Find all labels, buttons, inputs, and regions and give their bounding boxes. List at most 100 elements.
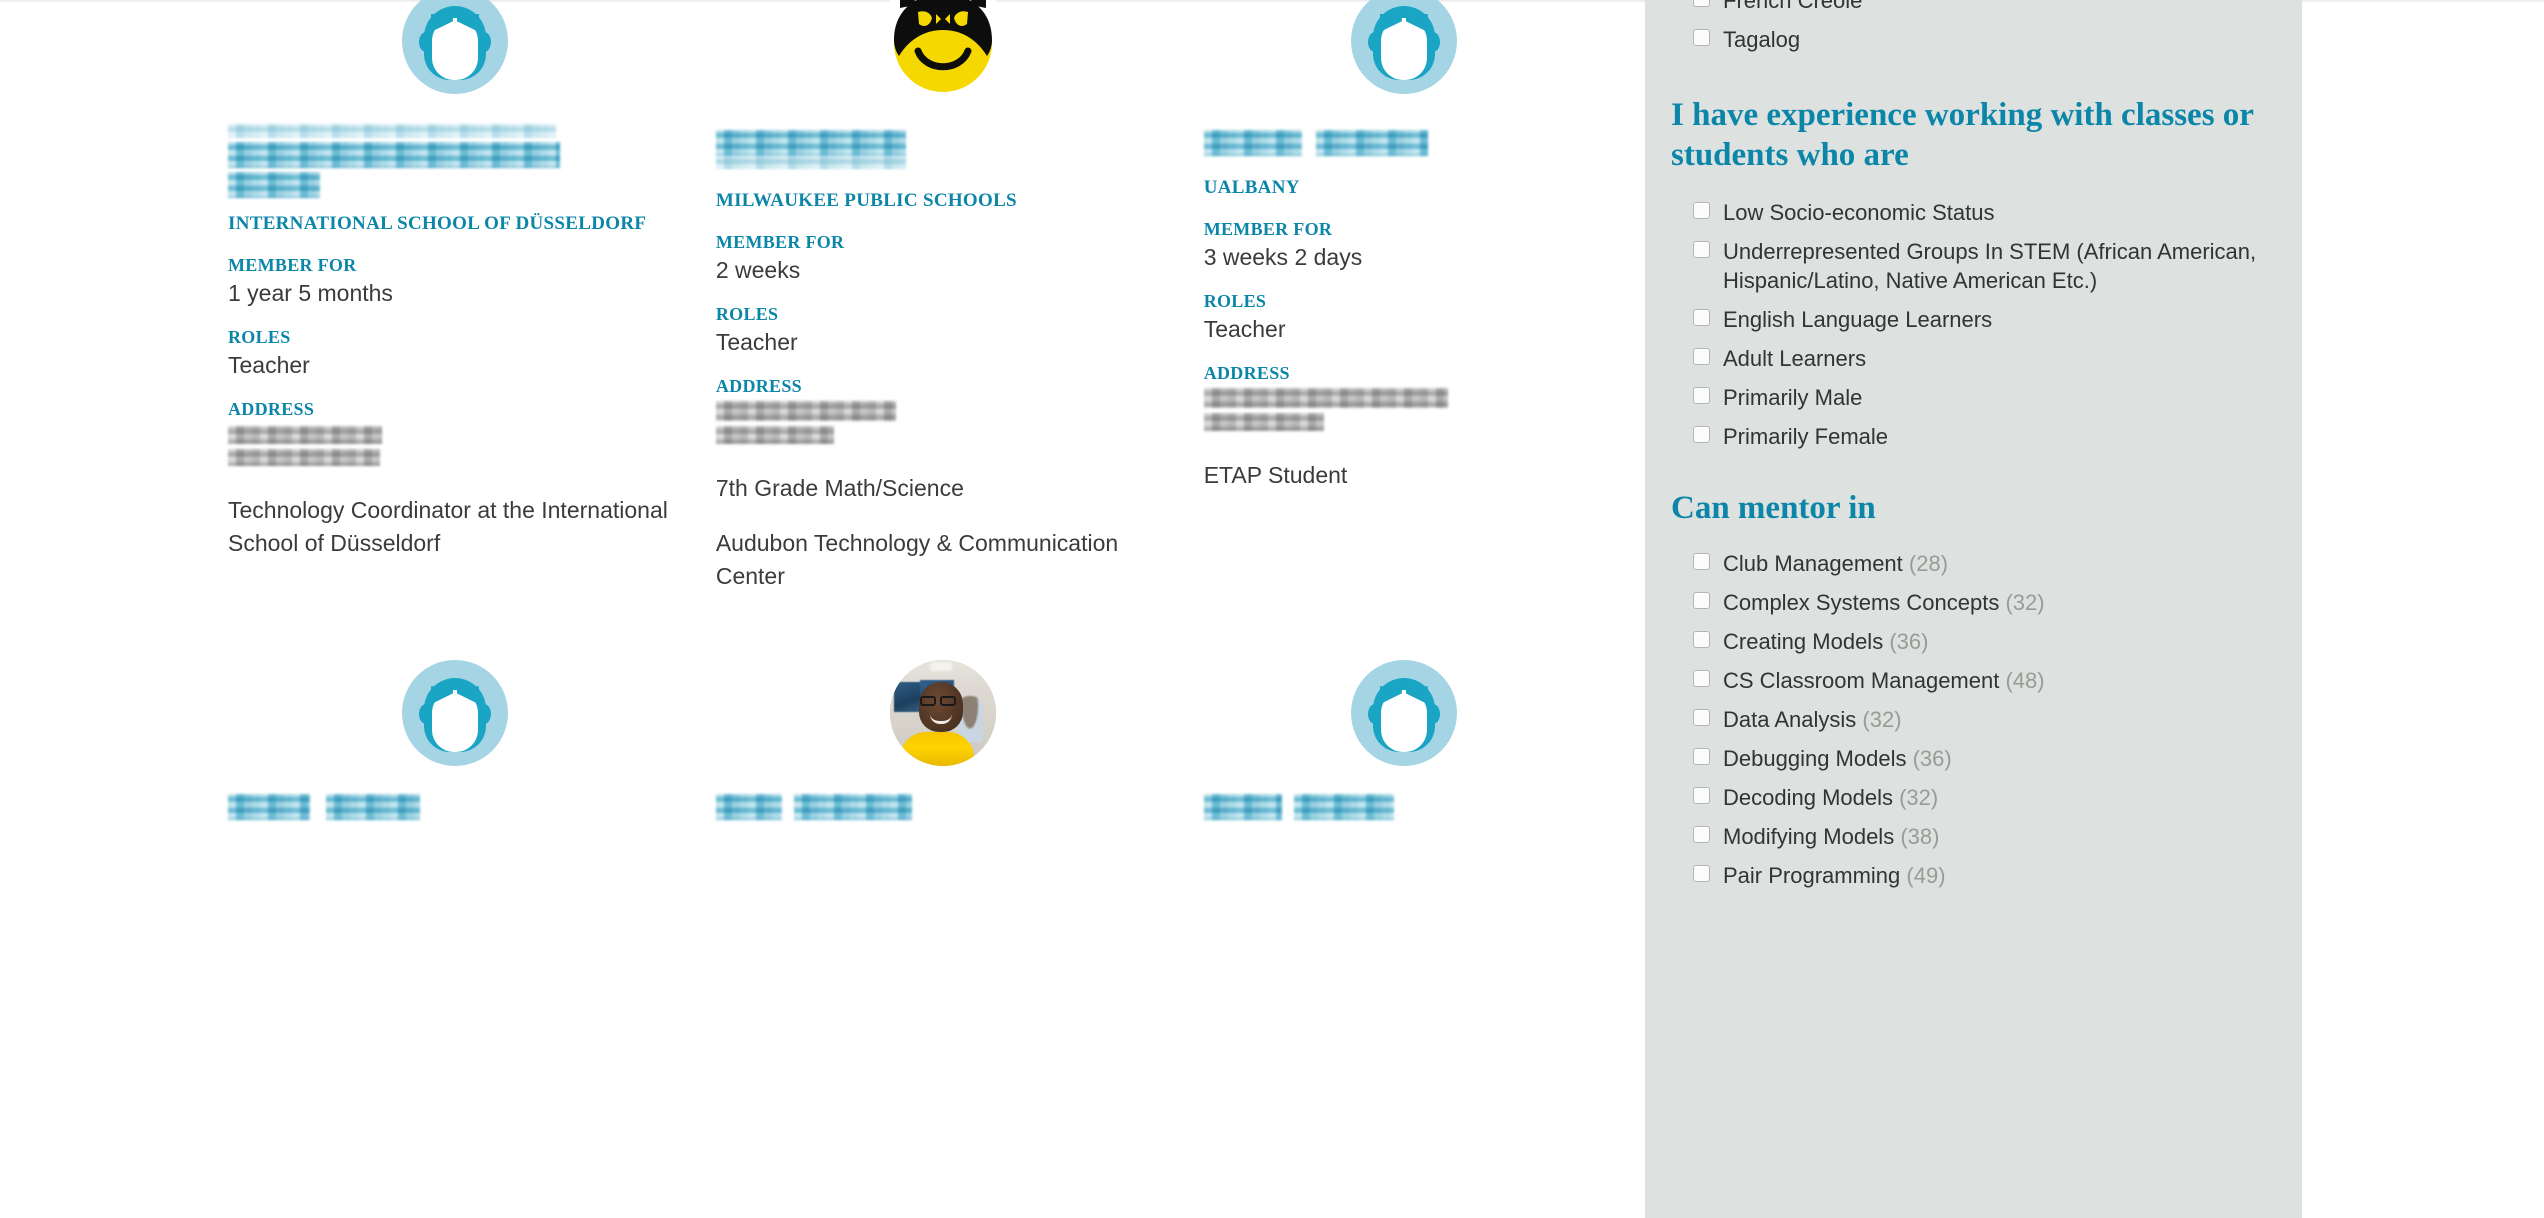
facet-item-pair-programming[interactable]: Pair Programming (49) (1671, 861, 2276, 890)
facet-item-complex-systems-concepts[interactable]: Complex Systems Concepts (32) (1671, 588, 2276, 617)
default-avatar-icon[interactable] (401, 0, 508, 94)
facet-item-creating-models[interactable]: Creating Models (36) (1671, 627, 2276, 656)
member-organization[interactable]: INTERNATIONAL SCHOOL OF DÜSSELDORF (228, 212, 682, 236)
facet-count: (38) (1900, 824, 1940, 850)
photo-avatar[interactable] (889, 660, 996, 767)
member-card[interactable] (715, 658, 1186, 821)
photo-ceiling-light (929, 662, 952, 672)
member-bio: Technology Coordinator at the Internatio… (228, 497, 668, 556)
member-card[interactable]: MILWAUKEE PUBLIC SCHOOLS MEMBER FOR 2 we… (715, 0, 1186, 592)
avatar-wrapper (1204, 0, 1604, 122)
facet-list-mentor: Club Management (28) Complex Systems Con… (1671, 549, 2276, 890)
member-name-redacted[interactable] (228, 124, 682, 198)
smiley-mask-avatar-icon[interactable] (889, 0, 996, 94)
facet-item-primarily-female[interactable]: Primarily Female (1671, 422, 2276, 451)
checkbox-icon[interactable] (1693, 748, 1710, 766)
facet-label: Data Analysis (32) (1723, 705, 1902, 734)
facet-label-text: Club Management (1723, 551, 1903, 577)
page-root: INTERNATIONAL SCHOOL OF DÜSSELDORF MEMBE… (0, 0, 2544, 1218)
field-value-address-redacted (1203, 388, 1604, 432)
member-row (0, 658, 1620, 821)
redaction-bar (228, 142, 560, 168)
field-value-member-for: 1 year 5 months (228, 280, 393, 307)
checkbox-icon[interactable] (1693, 826, 1710, 844)
field-label-address: ADDRESS (1203, 363, 1290, 384)
avatar-wrapper (228, 0, 682, 122)
facet-item-club-management[interactable]: Club Management (28) (1671, 549, 2276, 578)
facet-label: Creating Models (36) (1723, 627, 1928, 656)
facet-label-text: CS Classroom Management (1723, 668, 2000, 694)
default-avatar-icon[interactable] (1350, 0, 1457, 94)
facet-label: Primarily Male (1723, 385, 1863, 411)
field-label-roles: ROLES (228, 327, 291, 348)
facet-label-text: Modifying Models (1723, 824, 1895, 850)
redaction-bar (228, 124, 556, 138)
redaction-bar (1203, 130, 1302, 156)
facet-count: (36) (1912, 746, 1952, 772)
avatar-wrapper (1204, 658, 1604, 794)
field-value-roles: Teacher (1203, 316, 1286, 343)
member-card[interactable]: INTERNATIONAL SCHOOL OF DÜSSELDORF MEMBE… (228, 0, 698, 592)
facet-label: Debugging Models (36) (1723, 744, 1952, 773)
checkbox-icon[interactable] (1693, 309, 1710, 326)
facet-label: Tagalog (1723, 27, 1801, 53)
redaction-bar (228, 172, 320, 198)
checkbox-icon[interactable] (1693, 240, 1710, 258)
facet-item-adult-learners[interactable]: Adult Learners (1671, 344, 2276, 373)
facet-list-languages: French Creole Tagalog (1671, 0, 2276, 54)
member-bio-secondary: Audubon Technology & Communication Cente… (715, 529, 1119, 589)
photo-glasses-right (939, 696, 956, 707)
facet-item-tagalog[interactable]: Tagalog (1671, 25, 2276, 54)
member-card[interactable] (228, 658, 698, 821)
checkbox-icon[interactable] (1693, 670, 1710, 688)
facet-count: (49) (1906, 863, 1946, 889)
photo-head (918, 682, 963, 733)
checkbox-icon[interactable] (1693, 631, 1710, 649)
redaction-bar (228, 449, 380, 467)
facet-item-debugging-models[interactable]: Debugging Models (36) (1671, 744, 2276, 773)
redaction-bar (793, 794, 912, 821)
checkbox-icon[interactable] (1693, 348, 1710, 366)
checkbox-icon[interactable] (1693, 865, 1710, 883)
member-organization[interactable]: MILWAUKEE PUBLIC SCHOOLS (716, 189, 1170, 213)
checkbox-icon[interactable] (1693, 709, 1710, 727)
facet-label: Low Socio-economic Status (1723, 199, 1995, 225)
checkbox-icon[interactable] (1693, 592, 1710, 610)
checkbox-icon[interactable] (1693, 426, 1710, 444)
field-label-roles: ROLES (715, 304, 779, 325)
facet-item-cs-classroom-management[interactable]: CS Classroom Management (48) (1671, 666, 2276, 695)
facet-item-modifying-models[interactable]: Modifying Models (38) (1671, 822, 2276, 851)
facet-count: (28) (1908, 551, 1949, 577)
member-name-redacted[interactable] (1203, 130, 1604, 156)
facet-label: CS Classroom Management (48) (1723, 666, 2045, 695)
facet-item-low-socio-economic-status[interactable]: Low Socio-economic Status (1671, 198, 2276, 227)
facet-item-english-language-learners[interactable]: English Language Learners (1671, 305, 2276, 334)
member-results-grid: INTERNATIONAL SCHOOL OF DÜSSELDORF MEMBE… (0, 0, 1620, 821)
member-card[interactable] (1203, 658, 1620, 821)
member-card[interactable]: UALBANY MEMBER FOR 3 weeks 2 days ROLES … (1203, 0, 1620, 592)
member-name-redacted[interactable] (1203, 794, 1604, 821)
checkbox-icon[interactable] (1693, 553, 1710, 571)
field-label-roles: ROLES (1203, 291, 1267, 312)
checkbox-icon[interactable] (1693, 0, 1710, 7)
redaction-bar (228, 794, 310, 821)
facet-label: Club Management (28) (1723, 549, 1948, 578)
facet-label-text: Decoding Models (1723, 785, 1893, 811)
member-name-redacted[interactable] (228, 794, 682, 821)
facet-item-underrepresented-groups-in-stem[interactable]: Underrepresented Groups In STEM (African… (1671, 237, 2276, 295)
facet-item-french-creole[interactable]: French Creole (1671, 0, 2276, 15)
redaction-bar (1203, 413, 1324, 432)
default-avatar-icon[interactable] (1350, 660, 1457, 767)
facet-count: (48) (2005, 668, 2045, 694)
checkbox-icon[interactable] (1693, 787, 1710, 805)
member-name-redacted[interactable] (715, 794, 1170, 821)
facet-item-decoding-models[interactable]: Decoding Models (32) (1671, 783, 2276, 812)
checkbox-icon[interactable] (1693, 29, 1710, 47)
member-organization[interactable]: UALBANY (1204, 176, 1604, 200)
checkbox-icon[interactable] (1693, 387, 1710, 405)
facet-item-primarily-male[interactable]: Primarily Male (1671, 383, 2276, 412)
checkbox-icon[interactable] (1693, 201, 1710, 219)
default-avatar-icon[interactable] (401, 660, 508, 767)
member-name-redacted[interactable] (715, 130, 1170, 169)
facet-item-data-analysis[interactable]: Data Analysis (32) (1671, 705, 2276, 734)
